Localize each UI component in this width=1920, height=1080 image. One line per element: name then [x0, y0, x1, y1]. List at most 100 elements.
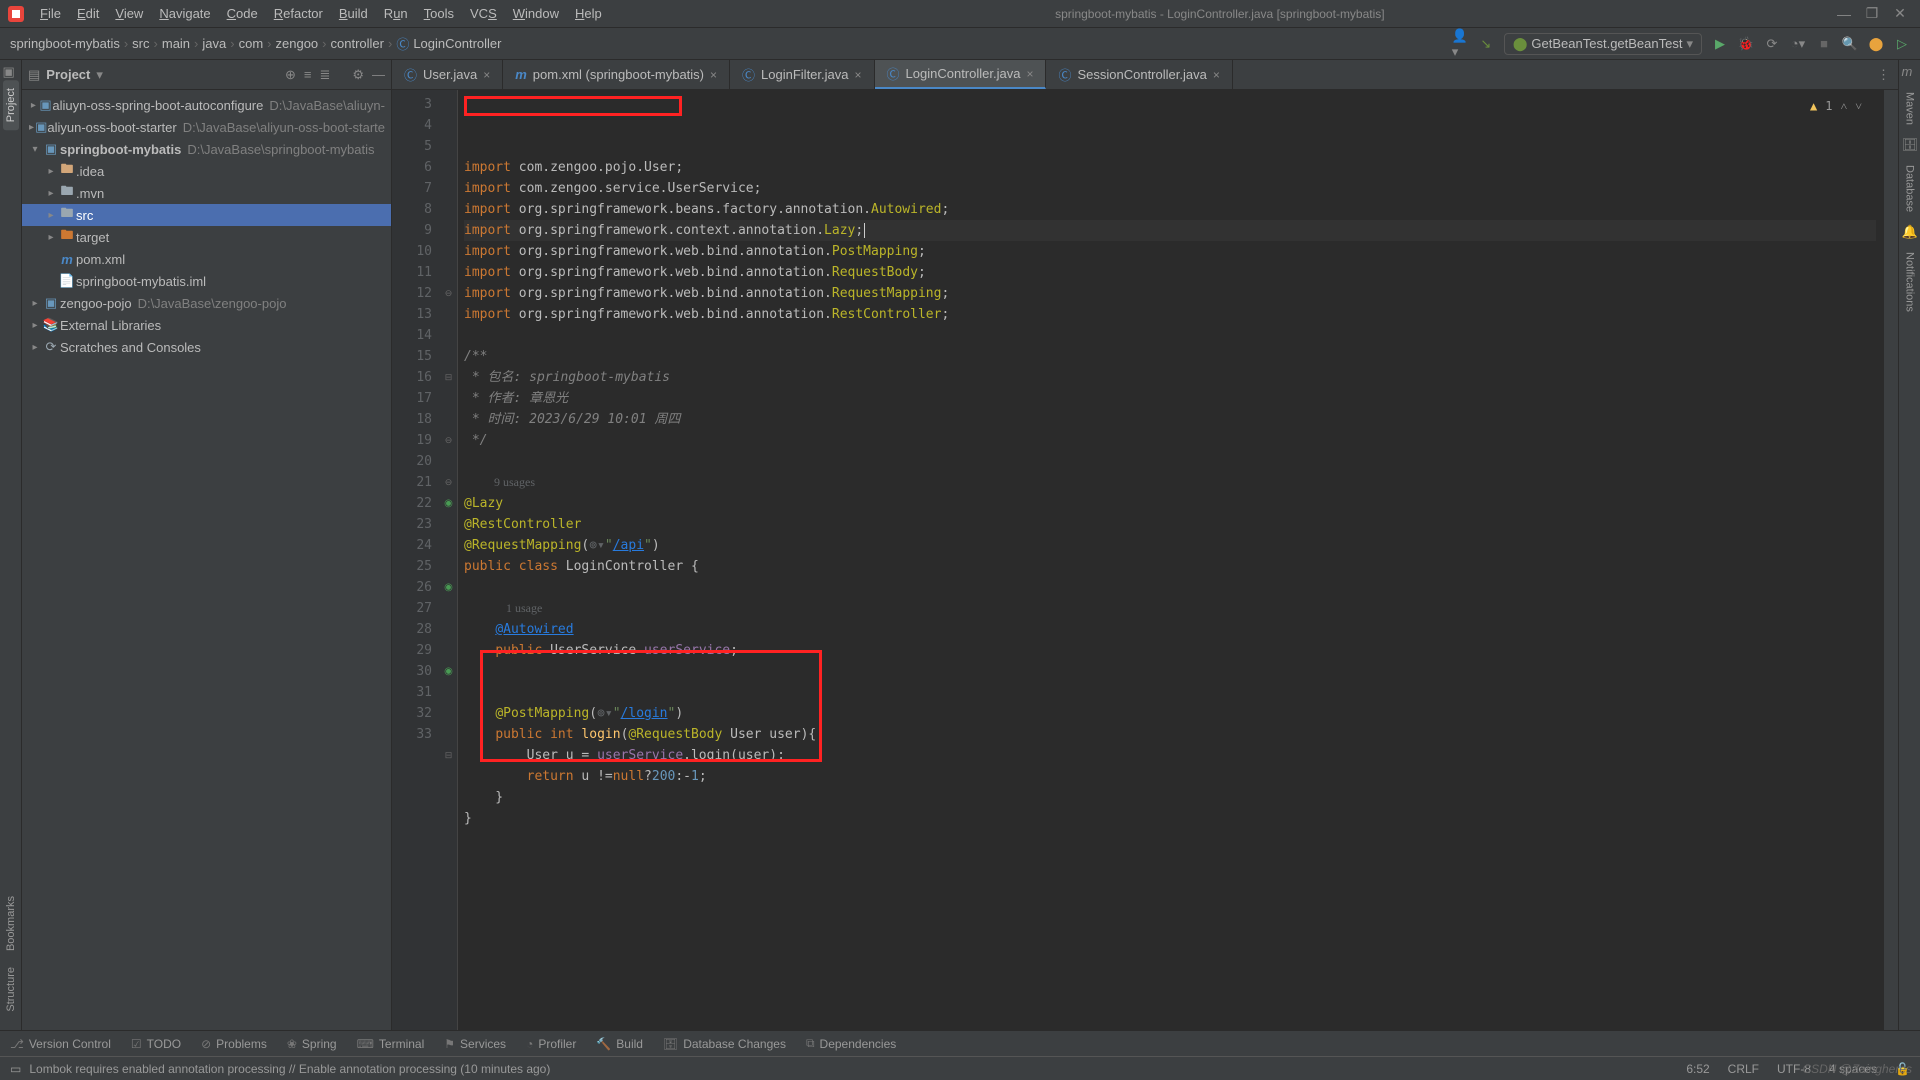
search-icon[interactable]: 🔍	[1842, 36, 1858, 52]
prev-highlight-icon[interactable]: ˄	[1840, 96, 1847, 117]
tree-node[interactable]: ▸🖿.idea	[22, 160, 391, 182]
breadcrumb-item[interactable]: java	[202, 36, 226, 51]
tabs-more-icon[interactable]: ⋮	[1869, 60, 1898, 89]
bottom-tool-profiler[interactable]: ◔Profiler	[526, 1037, 576, 1051]
status-message: Lombok requires enabled annotation proce…	[29, 1062, 550, 1076]
close-tab-icon[interactable]: ×	[855, 68, 862, 82]
left-tab-project[interactable]: Project	[3, 80, 19, 130]
debug-icon[interactable]: 🐞	[1738, 36, 1754, 52]
menu-window[interactable]: Window	[507, 4, 565, 23]
select-opened-icon[interactable]: ⊕	[285, 67, 296, 83]
editor-tab[interactable]: ⒸLoginController.java×	[875, 60, 1047, 89]
menu-build[interactable]: Build	[333, 4, 374, 23]
bottom-tool-build[interactable]: 🔨Build	[596, 1037, 643, 1051]
tree-node[interactable]: ▸▣zengoo-pojoD:\JavaBase\zengoo-pojo	[22, 292, 391, 314]
minimize-icon[interactable]: —	[1832, 6, 1856, 22]
build-hammer-icon[interactable]: ↘	[1478, 36, 1494, 52]
database-tool-icon[interactable]: 🗄	[1902, 137, 1918, 153]
code-editor[interactable]: ▲ 1 ˄ ˅ import com.zengoo.pojo.User;impo…	[458, 90, 1884, 1030]
menu-code[interactable]: Code	[221, 4, 264, 23]
bottom-tool-todo[interactable]: ☑TODO	[131, 1037, 181, 1051]
breadcrumb-item[interactable]: main	[162, 36, 190, 51]
project-tool-icon[interactable]: ▣	[3, 64, 19, 80]
tree-node[interactable]: ▸⟳Scratches and Consoles	[22, 336, 391, 358]
tree-node[interactable]: ▾▣springboot-mybatisD:\JavaBase\springbo…	[22, 138, 391, 160]
stop-icon[interactable]: ■	[1816, 36, 1832, 52]
gutter-icons[interactable]: ⊖⊟⊖⊖◉◉◉⊟	[440, 90, 458, 1030]
user-icon[interactable]: 👤▾	[1452, 36, 1468, 52]
menu-tools[interactable]: Tools	[418, 4, 460, 23]
project-tree[interactable]: ▸▣aliuyn-oss-spring-boot-autoconfigureD:…	[22, 90, 391, 1030]
tree-node[interactable]: ▸🖿.mvn	[22, 182, 391, 204]
editor-tab[interactable]: ⒸUser.java×	[392, 60, 503, 89]
left-tab-structure[interactable]: Structure	[3, 959, 19, 1020]
editor-tab[interactable]: ⒸLoginFilter.java×	[730, 60, 874, 89]
bottom-tool-terminal[interactable]: ⌨Terminal	[357, 1037, 425, 1051]
run-config-selector[interactable]: ⬤ GetBeanTest.getBeanTest ▾	[1504, 33, 1702, 55]
bottom-tool-database-changes[interactable]: 🗄Database Changes	[663, 1037, 786, 1051]
editor-tab[interactable]: ⒸSessionController.java×	[1046, 60, 1232, 89]
expand-all-icon[interactable]: ≡	[304, 67, 312, 83]
breadcrumb-item[interactable]: com	[239, 36, 264, 51]
breadcrumb-item[interactable]: LoginController	[413, 36, 501, 51]
window-title: springboot-mybatis - LoginController.jav…	[612, 7, 1828, 21]
tree-node[interactable]: ▸🖿src	[22, 204, 391, 226]
notifications-tool-icon[interactable]: 🔔	[1902, 224, 1918, 240]
bottom-tool-spring[interactable]: ❀Spring	[287, 1037, 337, 1051]
line-separator[interactable]: CRLF	[1728, 1062, 1759, 1076]
maven-tool-icon[interactable]: m	[1902, 64, 1918, 80]
hide-tool-icon[interactable]: —	[372, 67, 385, 83]
right-tab-maven[interactable]: Maven	[1902, 84, 1918, 133]
error-stripe[interactable]	[1884, 90, 1898, 1030]
right-tab-database[interactable]: Database	[1902, 157, 1918, 220]
run-icon[interactable]: ▶	[1712, 36, 1728, 52]
collapse-all-icon[interactable]: ≣	[319, 67, 330, 83]
coverage-icon[interactable]: ⟳	[1764, 36, 1780, 52]
menu-file[interactable]: FFileile	[34, 4, 67, 23]
menu-run[interactable]: Run	[378, 4, 414, 23]
status-eventlog-icon[interactable]: ▭	[10, 1062, 21, 1076]
tree-node[interactable]: ▸📄springboot-mybatis.iml	[22, 270, 391, 292]
project-tool-title: Project	[46, 67, 90, 82]
breadcrumb[interactable]: springboot-mybatis›src›main›java›com›zen…	[10, 34, 502, 53]
bottom-tool-version-control[interactable]: ⎇Version Control	[10, 1037, 111, 1051]
inspections-widget[interactable]: ▲ 1 ˄ ˅	[1810, 96, 1862, 117]
menu-navigate[interactable]: Navigate	[153, 4, 216, 23]
run-anything-icon[interactable]: ▷	[1894, 36, 1910, 52]
left-tab-bookmarks[interactable]: Bookmarks	[3, 888, 19, 959]
close-tab-icon[interactable]: ×	[1026, 67, 1033, 81]
caret-position[interactable]: 6:52	[1686, 1062, 1709, 1076]
menu-edit[interactable]: Edit	[71, 4, 105, 23]
close-icon[interactable]: ✕	[1888, 5, 1912, 22]
close-tab-icon[interactable]: ×	[483, 68, 490, 82]
tree-node[interactable]: ▸📚External Libraries	[22, 314, 391, 336]
bottom-tool-problems[interactable]: ⊘Problems	[201, 1037, 267, 1051]
bottom-tool-services[interactable]: ⚑Services	[444, 1037, 506, 1051]
breadcrumb-item[interactable]: springboot-mybatis	[10, 36, 120, 51]
ide-updates-icon[interactable]: ⬤	[1868, 36, 1884, 52]
profiler-icon[interactable]: ◔▾	[1790, 36, 1806, 52]
tree-node[interactable]: ▸▣aliyun-oss-boot-starterD:\JavaBase\ali…	[22, 116, 391, 138]
tree-node[interactable]: ▸▣aliuyn-oss-spring-boot-autoconfigureD:…	[22, 94, 391, 116]
next-highlight-icon[interactable]: ˅	[1855, 96, 1862, 117]
bottom-tool-stripe: ⎇Version Control ☑TODO ⊘Problems ❀Spring ⌨Te…	[0, 1030, 1920, 1056]
maximize-icon[interactable]: ❐	[1860, 5, 1884, 22]
line-gutter[interactable]: 3456789101112131415161718192021222324252…	[392, 90, 440, 1030]
editor-tab[interactable]: mpom.xml (springboot-mybatis)×	[503, 60, 730, 89]
bottom-tool-dependencies[interactable]: ⧉Dependencies	[806, 1036, 896, 1051]
menu-view[interactable]: View	[109, 4, 149, 23]
tree-node[interactable]: ▸🖿target	[22, 226, 391, 248]
warning-count: 1	[1825, 96, 1832, 117]
menu-help[interactable]: Help	[569, 4, 608, 23]
settings-gear-icon[interactable]: ⚙	[352, 67, 364, 83]
tree-node[interactable]: ▸mpom.xml	[22, 248, 391, 270]
close-tab-icon[interactable]: ×	[710, 68, 717, 82]
breadcrumb-item[interactable]: controller	[331, 36, 384, 51]
close-tab-icon[interactable]: ×	[1213, 68, 1220, 82]
menu-refactor[interactable]: Refactor	[268, 4, 329, 23]
breadcrumb-item[interactable]: zengoo	[276, 36, 319, 51]
menu-vcs[interactable]: VCS	[464, 4, 503, 23]
right-tab-notifications[interactable]: Notifications	[1902, 244, 1918, 320]
breadcrumb-item[interactable]: src	[132, 36, 149, 51]
left-tool-stripe: ▣ Project Bookmarks Structure	[0, 60, 22, 1030]
